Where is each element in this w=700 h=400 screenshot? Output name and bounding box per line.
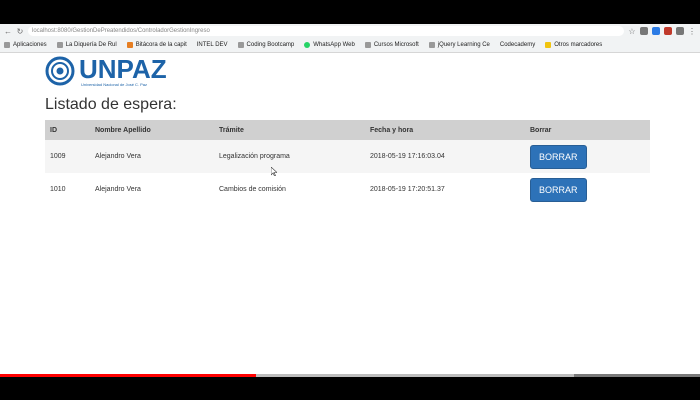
browser-toolbar: ← ↻ localhost:8080/GestionDePreatendidos… bbox=[0, 24, 700, 38]
bookmark-item[interactable]: WhatsApp Web bbox=[304, 42, 355, 48]
unpaz-seal-icon bbox=[45, 56, 75, 86]
cell-tramite: Cambios de comisión bbox=[219, 186, 286, 193]
reload-icon[interactable]: ↻ bbox=[16, 27, 24, 36]
extension-icon[interactable] bbox=[640, 27, 648, 35]
video-buffered bbox=[255, 374, 574, 377]
bookmark-item[interactable]: Cursos Microsoft bbox=[364, 42, 419, 48]
bookmark-item[interactable]: INTEL DEV bbox=[197, 42, 228, 48]
address-bar[interactable]: localhost:8080/GestionDePreatendidos/Con… bbox=[28, 26, 624, 36]
bookmark-item[interactable]: Codecademy bbox=[500, 42, 535, 48]
cell-name: Alejandro Vera bbox=[95, 186, 141, 193]
url-text: localhost:8080/GestionDePreatendidos/Con… bbox=[32, 28, 210, 34]
header-tramite: Trámite bbox=[214, 120, 365, 140]
cell-id: 1010 bbox=[50, 186, 66, 193]
back-icon[interactable]: ← bbox=[4, 27, 12, 36]
logo-subtitle: Universidad Nacional de José C. Paz bbox=[81, 81, 148, 87]
page-icon bbox=[237, 42, 244, 48]
page-content: UNPAZ Universidad Nacional de José C. Pa… bbox=[45, 54, 655, 206]
extension-icon[interactable] bbox=[652, 27, 660, 35]
star-icon[interactable]: ☆ bbox=[628, 27, 636, 36]
extension-icon[interactable] bbox=[676, 27, 684, 35]
delete-button[interactable]: BORRAR bbox=[530, 177, 587, 202]
bookmark-item[interactable]: Coding Bootcamp bbox=[237, 42, 294, 48]
bookmark-other[interactable]: Otros marcadores bbox=[545, 42, 602, 48]
table-row: 1010 Alejandro Vera Cambios de comisión … bbox=[45, 173, 650, 206]
table-header-row: ID Nombre Apellido Trámite Fecha y hora … bbox=[45, 120, 650, 140]
blogger-icon bbox=[126, 42, 133, 48]
cell-fecha: 2018-05-19 17:20:51.37 bbox=[370, 186, 445, 193]
menu-icon[interactable]: ⋮ bbox=[688, 27, 696, 36]
cell-fecha: 2018-05-19 17:16:03.04 bbox=[365, 140, 525, 173]
cell-borrar: BORRAR bbox=[525, 140, 650, 173]
header-id: ID bbox=[45, 120, 90, 140]
page-title: Listado de espera: bbox=[45, 96, 177, 113]
extension-icon[interactable] bbox=[664, 27, 672, 35]
bookmark-item[interactable]: La Diquería De Rul bbox=[56, 42, 117, 48]
unpaz-logo: UNPAZ Universidad Nacional de José C. Pa… bbox=[45, 54, 655, 88]
browser-window: ← ↻ localhost:8080/GestionDePreatendidos… bbox=[0, 24, 700, 376]
cell-tramite: Legalización programa bbox=[214, 140, 365, 173]
bookmark-apps[interactable]: Aplicaciones bbox=[4, 42, 47, 48]
cell-borrar: BORRAR bbox=[525, 173, 650, 206]
header-fecha: Fecha y hora bbox=[365, 120, 525, 140]
page-icon bbox=[428, 42, 435, 48]
bookmark-icon bbox=[56, 42, 63, 48]
mouse-cursor-icon bbox=[271, 167, 277, 176]
video-progress-bar[interactable] bbox=[0, 374, 700, 377]
video-played bbox=[0, 374, 256, 377]
logo-name: UNPAZ bbox=[79, 53, 167, 84]
bookmarks-bar: Aplicaciones La Diquería De Rul Bitácora… bbox=[0, 38, 700, 53]
whatsapp-icon bbox=[304, 42, 311, 48]
table-row: 1009 Alejandro Vera Legalización program… bbox=[45, 140, 650, 173]
folder-icon bbox=[545, 42, 552, 48]
bookmark-item[interactable]: jQuery Learning Ce bbox=[428, 42, 490, 48]
cell-id: 1009 bbox=[45, 140, 90, 173]
microsoft-icon bbox=[364, 42, 371, 48]
header-borrar: Borrar bbox=[525, 120, 650, 140]
waiting-list-table: ID Nombre Apellido Trámite Fecha y hora … bbox=[45, 120, 650, 206]
header-name: Nombre Apellido bbox=[90, 120, 214, 140]
apps-icon bbox=[4, 42, 10, 48]
cell-name: Alejandro Vera bbox=[90, 140, 214, 173]
bookmark-item[interactable]: Bitácora de la capit bbox=[126, 42, 187, 48]
delete-button[interactable]: BORRAR bbox=[530, 144, 587, 169]
